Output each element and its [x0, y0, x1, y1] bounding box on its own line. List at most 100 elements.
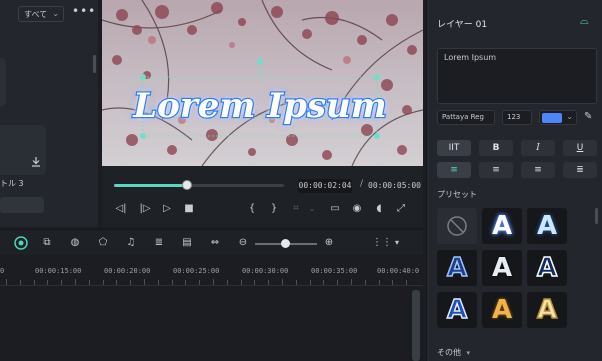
timeline-zoom-handle[interactable]: [281, 239, 290, 248]
ruler-tick: [323, 280, 325, 285]
preset-glyph: A: [536, 294, 558, 326]
preset-style[interactable]: A: [482, 292, 522, 328]
align-left-icon[interactable]: ≡: [437, 162, 471, 178]
auto-reframe-icon[interactable]: ⧉: [40, 236, 54, 250]
marker-icon[interactable]: ⬠: [96, 236, 110, 250]
preset-style[interactable]: A: [482, 250, 522, 286]
ruler-tick: [19, 280, 21, 285]
more-options-button[interactable]: •••: [72, 4, 96, 18]
video-editor-window: すべて ⌄ ••• トル 3 Lorem Ipsum 00:00:02:04 /…: [0, 0, 602, 361]
preset-style[interactable]: A: [482, 208, 522, 244]
preset-none[interactable]: [437, 208, 477, 244]
ruler-tick: [406, 280, 408, 285]
media-item-label: トル 3: [0, 179, 24, 188]
render-preview-icon[interactable]: ▤: [180, 236, 194, 250]
media-panel-scrollbar[interactable]: [93, 55, 96, 73]
media-panel-bar[interactable]: [0, 197, 44, 213]
text-align-row: ≡ ≡ ≡ ≣: [437, 162, 597, 178]
ruler-tick: [240, 280, 242, 285]
media-filter-dropdown[interactable]: すべて ⌄: [18, 6, 64, 22]
preset-glyph: A: [536, 211, 558, 241]
download-icon[interactable]: [30, 156, 42, 168]
timeline-ruler[interactable]: 0 00:00:15:00 00:00:20:00 00:00:25:00 00…: [0, 256, 423, 286]
media-filter-label: すべて: [24, 10, 48, 19]
ruler-tick: [61, 280, 63, 285]
step-back-icon[interactable]: ◁|: [114, 202, 128, 216]
ruler-label: 00:00:40:0: [377, 267, 420, 275]
properties-scrollbar[interactable]: [595, 208, 598, 224]
align-justify-icon[interactable]: ≣: [563, 162, 597, 178]
playback-scrubber-handle[interactable]: [182, 180, 192, 190]
current-time-display: 00:00:02:04: [298, 179, 352, 193]
play-pause-icon[interactable]: ▷: [160, 202, 174, 216]
text-color-swatch: [542, 113, 562, 123]
zoom-in-icon[interactable]: ⊕: [322, 236, 336, 250]
chevron-down-icon[interactable]: ⌄: [305, 202, 319, 216]
ruler-tick: [33, 280, 35, 285]
mark-out-icon[interactable]: }: [267, 202, 281, 216]
ruler-tick: [102, 280, 104, 285]
layer-shape-icon[interactable]: ⌓: [580, 14, 589, 28]
microphone-icon[interactable]: ♫: [124, 236, 138, 250]
preset-glyph: A: [491, 211, 513, 241]
timeline-tracks[interactable]: [0, 287, 423, 361]
stop-icon[interactable]: ■: [182, 202, 196, 216]
ruler-tick: [226, 280, 228, 285]
bold-button[interactable]: B: [479, 140, 513, 156]
video-preview[interactable]: Lorem Ipsum: [102, 0, 423, 166]
fullscreen-icon[interactable]: ⤢: [394, 202, 408, 216]
timeline-scrollbar[interactable]: [412, 290, 420, 361]
play-icon[interactable]: |▷: [138, 202, 152, 216]
playback-scrubber-row: 00:00:02:04 / 00:00:05:00: [102, 174, 423, 194]
preset-glyph: A: [446, 294, 468, 326]
ruler-tick: [144, 279, 145, 285]
ruler-tick: [199, 280, 201, 285]
text-color-picker[interactable]: ⌄: [539, 110, 577, 125]
ruler-tick: [309, 280, 311, 285]
ruler-tick: [130, 280, 132, 285]
display-icon[interactable]: ▭: [328, 202, 342, 216]
mark-in-icon[interactable]: {: [245, 202, 259, 216]
text-direction-button[interactable]: IIT: [437, 140, 471, 156]
text-content-value: Lorem Ipsum: [444, 53, 497, 62]
playback-scrubber-progress: [114, 184, 187, 187]
overlay-title-text: Lorem Ipsum: [132, 86, 386, 126]
preset-style[interactable]: A: [437, 292, 477, 328]
volume-icon[interactable]: ◖: [372, 202, 386, 216]
preset-style[interactable]: A: [527, 292, 567, 328]
ruler-tick: [185, 280, 187, 285]
underline-button[interactable]: U: [563, 140, 597, 156]
font-family-value: Pattaya Reg: [442, 113, 484, 121]
align-right-icon[interactable]: ≡: [521, 162, 555, 178]
track-layout-icon[interactable]: ⋮⋮: [372, 236, 392, 250]
ruler-tick: [337, 280, 339, 285]
audio-detach-icon[interactable]: ◍: [68, 236, 82, 250]
preset-style[interactable]: A: [527, 250, 567, 286]
ruler-label: 00:00:15:00: [35, 267, 82, 275]
font-family-dropdown[interactable]: Pattaya Reg: [437, 110, 495, 125]
ai-companion-icon[interactable]: [14, 236, 28, 250]
subtitle-icon[interactable]: ≣: [152, 236, 166, 250]
text-content-field[interactable]: Lorem Ipsum: [437, 48, 597, 104]
fit-timeline-icon[interactable]: ⇔: [208, 236, 222, 250]
preset-style[interactable]: A: [527, 208, 567, 244]
chevron-down-icon: ⌄: [566, 112, 573, 121]
media-thumbnail[interactable]: [0, 58, 6, 106]
camera-icon[interactable]: ◉: [350, 202, 364, 216]
italic-button[interactable]: I: [521, 140, 555, 156]
eyedropper-icon[interactable]: ✎: [584, 111, 592, 122]
zoom-out-icon[interactable]: ⊖: [236, 236, 250, 250]
other-section[interactable]: その他 ▾: [437, 347, 470, 358]
font-size-dropdown[interactable]: 123: [502, 110, 532, 125]
media-panel: すべて ⌄ ••• トル 3: [0, 0, 98, 227]
snapshot-crop-icon[interactable]: ⌗: [289, 202, 303, 216]
ruler-tick: [295, 280, 297, 285]
preset-style[interactable]: A: [437, 250, 477, 286]
align-center-icon[interactable]: ≡: [479, 162, 513, 178]
playback-controls: ◁| |▷ ▷ ■ { } ⌗ ⌄ ▭ ◉ ◖ ⤢: [102, 200, 423, 220]
ruler-label: 00:00:35:00: [311, 267, 358, 275]
ruler-tick: [392, 280, 394, 285]
preset-glyph: A: [491, 295, 513, 325]
chevron-down-icon[interactable]: ▾: [390, 236, 404, 250]
ruler-tick: [157, 280, 159, 285]
